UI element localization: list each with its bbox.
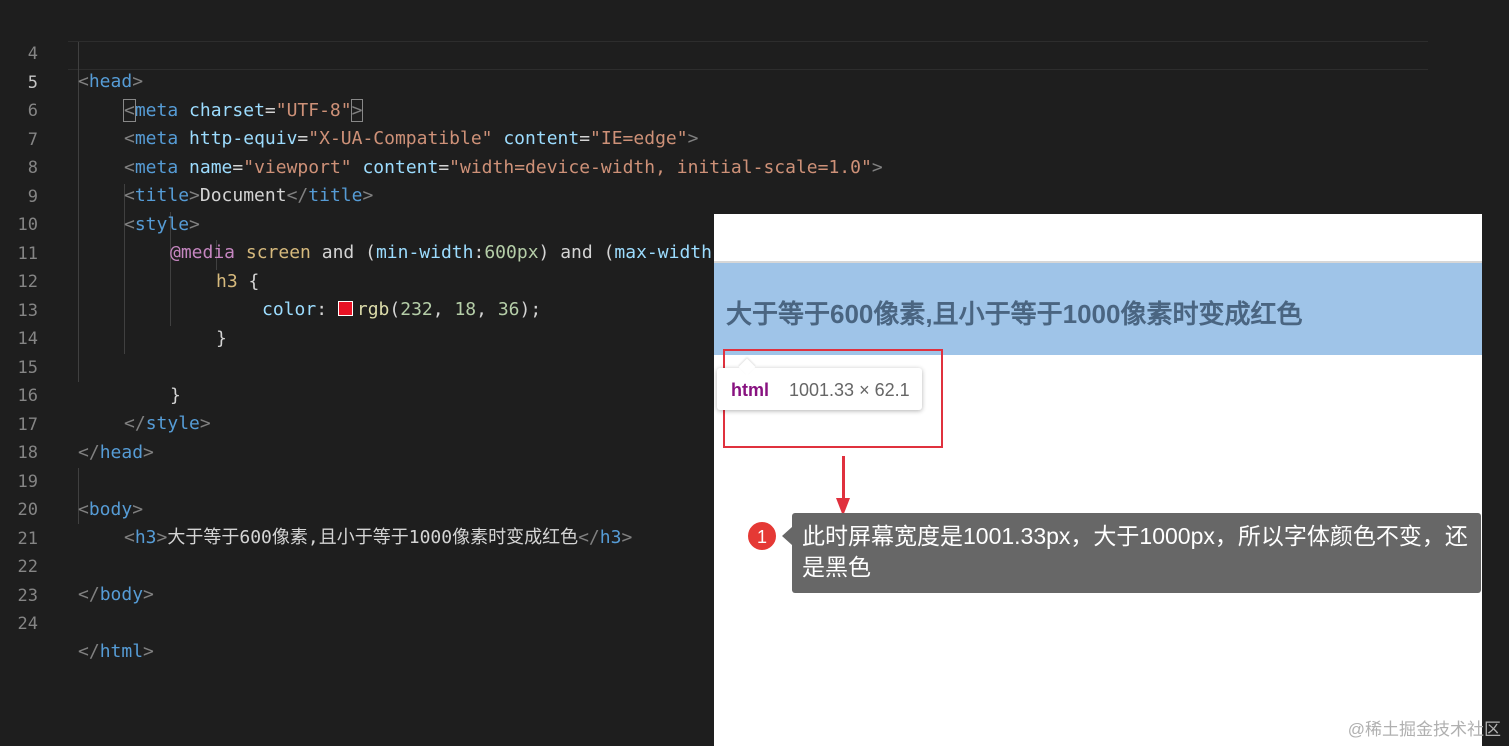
annotation-callout: 此时屏幕宽度是1001.33px，大于1000px，所以字体颜色不变，还是黑色	[782, 513, 1481, 593]
code-line: 17 </head>	[0, 383, 154, 463]
tooltip-tag-name: html	[731, 380, 769, 400]
code-line: 11 h3 {	[0, 212, 260, 292]
tooltip-dimensions: 1001.33 × 62.1	[789, 380, 910, 400]
browser-preview[interactable]: 大于等于600像素,且小于等于1000像素时变成红色 html 1001.33 …	[714, 214, 1482, 746]
code-line: 6 <meta http-equiv="X-UA-Compatible" con…	[0, 69, 699, 149]
current-line-highlight	[68, 41, 1428, 70]
code-line: 15 }	[0, 326, 181, 406]
code-line: 9 <style>	[0, 155, 200, 235]
code-line: 22 </body>	[0, 525, 154, 605]
code-line: 24 </html>	[0, 582, 154, 662]
code-line: 7 <meta name="viewport" content="width=d…	[0, 98, 883, 178]
code-line: 16 </style>	[0, 354, 211, 434]
color-swatch-icon[interactable]	[337, 301, 353, 316]
code-line: 10 @media screen and (min-width:600px) a…	[0, 183, 821, 263]
watermark: @稀土掘金技术社区	[1347, 720, 1501, 739]
code-line: 12 color: rgb(232, 18, 36);	[0, 240, 542, 320]
arrow-down-icon	[842, 456, 845, 500]
code-line: 23	[0, 554, 43, 606]
code-line: 14	[0, 297, 43, 349]
code-line: 19 <body>	[0, 440, 144, 520]
code-line: 18	[0, 411, 43, 463]
code-line: 21	[0, 497, 43, 549]
preview-heading: 大于等于600像素,且小于等于1000像素时变成红色	[726, 299, 1303, 329]
element-inspect-tooltip: html 1001.33 × 62.1	[717, 358, 922, 410]
callout-pointer	[782, 527, 792, 545]
line-number: 24	[17, 614, 38, 634]
annotation-text: 此时屏幕宽度是1001.33px，大于1000px，所以字体颜色不变，还是黑色	[802, 523, 1468, 580]
code-line: 5 <meta charset="UTF-8">	[0, 41, 364, 122]
code-line: 13 }	[0, 269, 227, 349]
code-line: 20 <h3>大于等于600像素,且小于等于1000像素时变成红色</h3>	[0, 468, 633, 548]
code-line: 4 <head>	[0, 12, 143, 92]
step-badge: 1	[747, 521, 777, 551]
code-line: 8 <title>Document</title>	[0, 126, 374, 206]
